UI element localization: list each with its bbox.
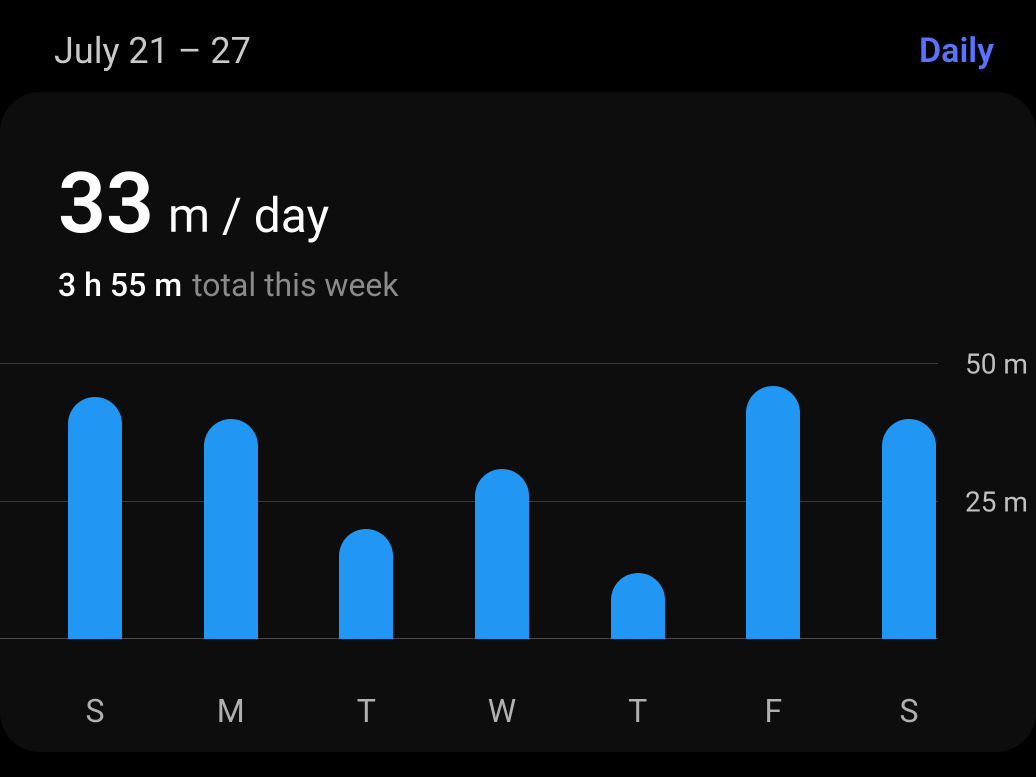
total-value: 3 h 55 m: [58, 266, 182, 304]
average-unit: m / day: [168, 187, 329, 244]
x-label-2: T: [339, 692, 393, 730]
bar-s-6[interactable]: [882, 419, 936, 639]
average-value: 33: [58, 162, 154, 246]
x-label-4: T: [611, 692, 665, 730]
y-tick-50: 50 m: [965, 348, 1028, 381]
view-mode-toggle[interactable]: Daily: [919, 31, 994, 71]
bars-container: [68, 364, 936, 639]
chart-area: 50 m 25 m: [0, 364, 1036, 674]
bar-t-2[interactable]: [339, 529, 393, 639]
x-label-6: S: [882, 692, 936, 730]
bar-f-5[interactable]: [746, 386, 800, 639]
x-label-1: M: [204, 692, 258, 730]
total-label: total this week: [192, 266, 399, 304]
total-this-week: 3 h 55 m total this week: [58, 266, 978, 304]
bar-m-1[interactable]: [204, 419, 258, 639]
usage-card: 33 m / day 3 h 55 m total this week 50 m…: [0, 92, 1036, 752]
x-label-5: F: [746, 692, 800, 730]
average-per-day: 33 m / day: [58, 162, 978, 246]
y-tick-25: 25 m: [965, 485, 1028, 518]
chart-plot: 50 m 25 m: [68, 364, 936, 639]
bar-s-0[interactable]: [68, 397, 122, 639]
date-range: July 21 – 27: [54, 30, 251, 72]
stats-block: 33 m / day 3 h 55 m total this week: [0, 162, 1036, 304]
bar-t-4[interactable]: [611, 573, 665, 639]
x-label-0: S: [68, 692, 122, 730]
bar-w-3[interactable]: [475, 469, 529, 640]
header: July 21 – 27 Daily: [0, 0, 1036, 92]
x-label-3: W: [475, 692, 529, 730]
x-labels: SMTWTFS: [0, 692, 1036, 730]
